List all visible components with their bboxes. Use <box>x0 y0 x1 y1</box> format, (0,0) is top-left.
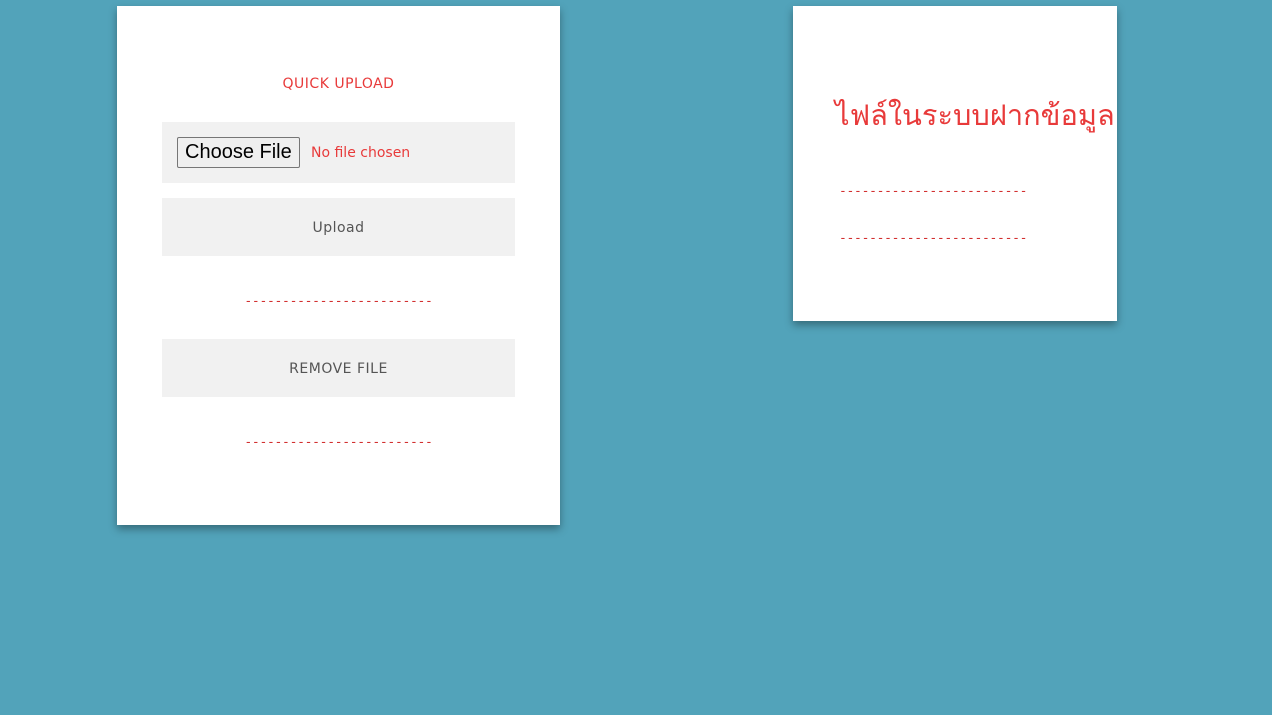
file-input-panel: Choose File No file chosen <box>162 122 515 183</box>
remove-file-button[interactable]: REMOVE FILE <box>162 339 515 397</box>
upload-button[interactable]: Upload <box>162 198 515 256</box>
file-status-text: No file chosen <box>311 145 411 161</box>
stored-file-item: ------------------------- <box>839 184 1028 199</box>
remove-status-message: ------------------------- <box>244 435 433 450</box>
upload-status-message: ------------------------- <box>244 294 433 309</box>
quick-upload-title: QUICK UPLOAD <box>282 76 395 92</box>
stored-file-item: ------------------------- <box>839 231 1028 246</box>
stored-files-card: ไฟล์ในระบบฝากข้อมูล --------------------… <box>793 6 1117 321</box>
choose-file-button[interactable]: Choose File <box>177 137 300 168</box>
quick-upload-card: QUICK UPLOAD Choose File No file chosen … <box>117 6 560 525</box>
stored-files-title: ไฟล์ในระบบฝากข้อมูล <box>835 98 1115 132</box>
